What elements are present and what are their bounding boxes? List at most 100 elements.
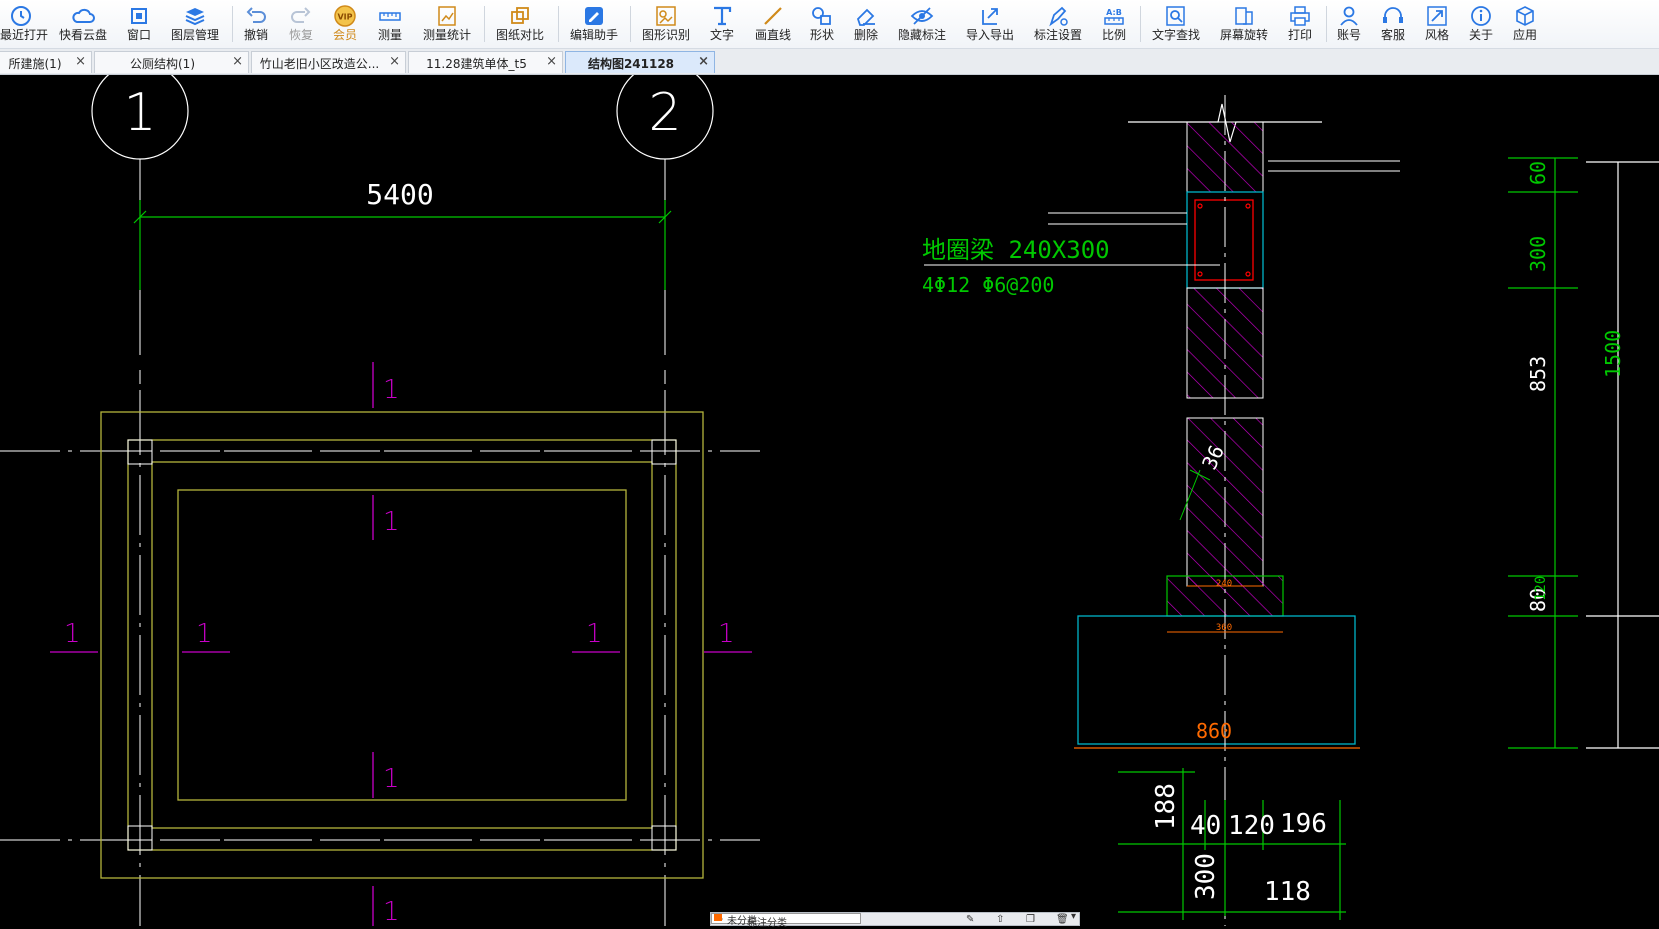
draw-line-button[interactable]: 画直线 [752,2,794,46]
rotate-screen-button[interactable]: 屏幕旋转 [1216,2,1272,46]
tab-close-icon[interactable]: × [698,54,709,69]
toolbar-separator [484,6,485,42]
section-label: 1 [586,619,603,649]
customer-service-label: 客服 [1380,28,1405,42]
toolbar-separator [1326,6,1327,42]
text-search-button[interactable]: 文字查找 [1148,2,1204,46]
dimension-text: 1500 [1601,330,1625,378]
vertical-dimension-texts: 60 300 853 1500 80 120 [1526,161,1625,612]
measure-button[interactable]: 测量 [374,2,406,46]
dimension-text: 120 [1228,811,1275,841]
measure-stats-icon [438,6,456,26]
rotate-screen-icon [1235,7,1253,25]
vip-button[interactable]: VIP 会员 [329,2,361,46]
undo-button[interactable]: 撤销 [240,2,272,46]
dimension-text-360: 360 [1216,623,1232,633]
eraser-icon [856,8,875,26]
edit-helper-button[interactable]: 编辑助手 [566,2,622,46]
redo-button[interactable]: 恢复 [285,2,317,46]
apps-button[interactable]: 应用 [1509,2,1541,46]
text-search-label: 文字查找 [1151,28,1200,42]
dimension-text: 853 [1526,356,1550,392]
tab-document[interactable]: 所建施(1) × [0,51,92,73]
tab-close-icon[interactable]: × [546,54,557,69]
tab-document[interactable]: 公厕结构(1) × [94,51,249,73]
draw-line-label: 画直线 [754,28,791,42]
hide-annotation-button[interactable]: 隐藏标注 [894,2,950,46]
import-export-button[interactable]: 导入导出 [962,2,1018,46]
annotation-category-value: 未分类 [727,916,757,927]
clock-icon [11,6,31,26]
delete-icon[interactable]: 🗑 [1056,914,1069,925]
edit-icon[interactable]: ✎ [966,914,974,925]
cloud-disk-button[interactable]: 快看云盘 [55,2,111,46]
shape-recognize-button[interactable]: 图形识别 [638,2,694,46]
scale-button[interactable]: A:B 比例 [1098,2,1130,46]
compare-icon [511,7,529,24]
annotation-settings-label: 标注设置 [1033,28,1082,42]
floor-outline [177,489,627,801]
window-button[interactable]: 窗口 [122,2,156,46]
recent-open-button[interactable]: 最近打开 [0,2,48,46]
tab-document[interactable]: 11.28建筑单体_t5 × [408,51,563,73]
tab-close-icon[interactable]: × [75,54,86,69]
beam-label: 地圈梁 240X300 [922,236,1110,264]
shape-tool-button[interactable]: 形状 [806,2,838,46]
drawing-canvas[interactable]: 1 2 5400 1 1 1 1 1 1 1 1 地圈梁 240X300 4Φ1… [0,75,1659,926]
section-label: 1 [64,619,81,649]
text-search-icon [1166,6,1185,26]
layer-manager-button[interactable]: 图层管理 [167,2,223,46]
annotation-settings-button[interactable]: 标注设置 [1030,2,1086,46]
span-dimension [133,200,672,290]
section-label: 1 [383,507,400,537]
style-button[interactable]: 风格 [1421,2,1453,46]
measure-stats-label: 测量统计 [422,28,471,42]
section-label: 1 [383,375,400,405]
ruler-icon [379,12,401,21]
eye-hide-icon [910,7,934,25]
foundation-outline [100,411,704,879]
import-export-label: 导入导出 [965,28,1014,42]
undo-icon [246,7,266,23]
customer-service-button[interactable]: 客服 [1377,2,1409,46]
print-button[interactable]: 打印 [1284,2,1316,46]
cloud-disk-label: 快看云盘 [58,28,107,42]
toolbar-separator [1140,6,1141,42]
export-icon[interactable]: ⇧ [996,914,1004,925]
info-icon [1471,6,1491,26]
drawing-compare-button[interactable]: 图纸对比 [492,2,548,46]
copy-icon[interactable]: ❐ [1026,914,1035,925]
vip-badge-text: VIP [337,13,352,22]
account-button[interactable]: 账号 [1333,2,1365,46]
tab-document[interactable]: 竹山老旧小区改造公... × [251,51,406,73]
grid-axis-label-2: 2 [648,83,681,143]
tab-document-active[interactable]: 结构图241128 × [565,51,715,73]
tab-close-icon[interactable]: × [389,54,400,69]
toolbar-separator [558,6,559,42]
tab-close-icon[interactable]: × [232,54,243,69]
tab-label: 11.28建筑单体_t5 [426,57,527,71]
undo-label: 撤销 [243,28,268,42]
drawing-compare-label: 图纸对比 [495,28,544,42]
main-toolbar: 最近打开 快看云盘 窗口 图层管理 撤销 恢复 VIP 会员 测量 测量统计 图… [0,0,1659,49]
dimension-text: 60 [1526,161,1550,185]
redo-icon [291,7,311,23]
dimension-text: 196 [1280,809,1327,839]
layers-icon [185,8,205,26]
measure-stats-button[interactable]: 测量统计 [419,2,475,46]
dimension-text-240: 240 [1216,579,1232,589]
section-marks [50,362,752,926]
span-dimension-text: 5400 [366,178,433,211]
about-button[interactable]: 关于 [1465,2,1497,46]
text-tool-button[interactable]: 文字 [706,2,738,46]
grid-axis-lines [0,159,760,926]
shape-recognize-icon [656,6,676,26]
grid-axis-label-1: 1 [123,83,156,143]
import-export-icon [982,8,998,25]
account-label: 账号 [1336,28,1361,42]
tab-label: 公厕结构(1) [130,57,195,71]
about-label: 关于 [1468,28,1493,42]
delete-button[interactable]: 删除 [850,2,882,46]
dimension-text: 120 [1533,576,1549,601]
dimension-text: 300 [1526,236,1550,272]
